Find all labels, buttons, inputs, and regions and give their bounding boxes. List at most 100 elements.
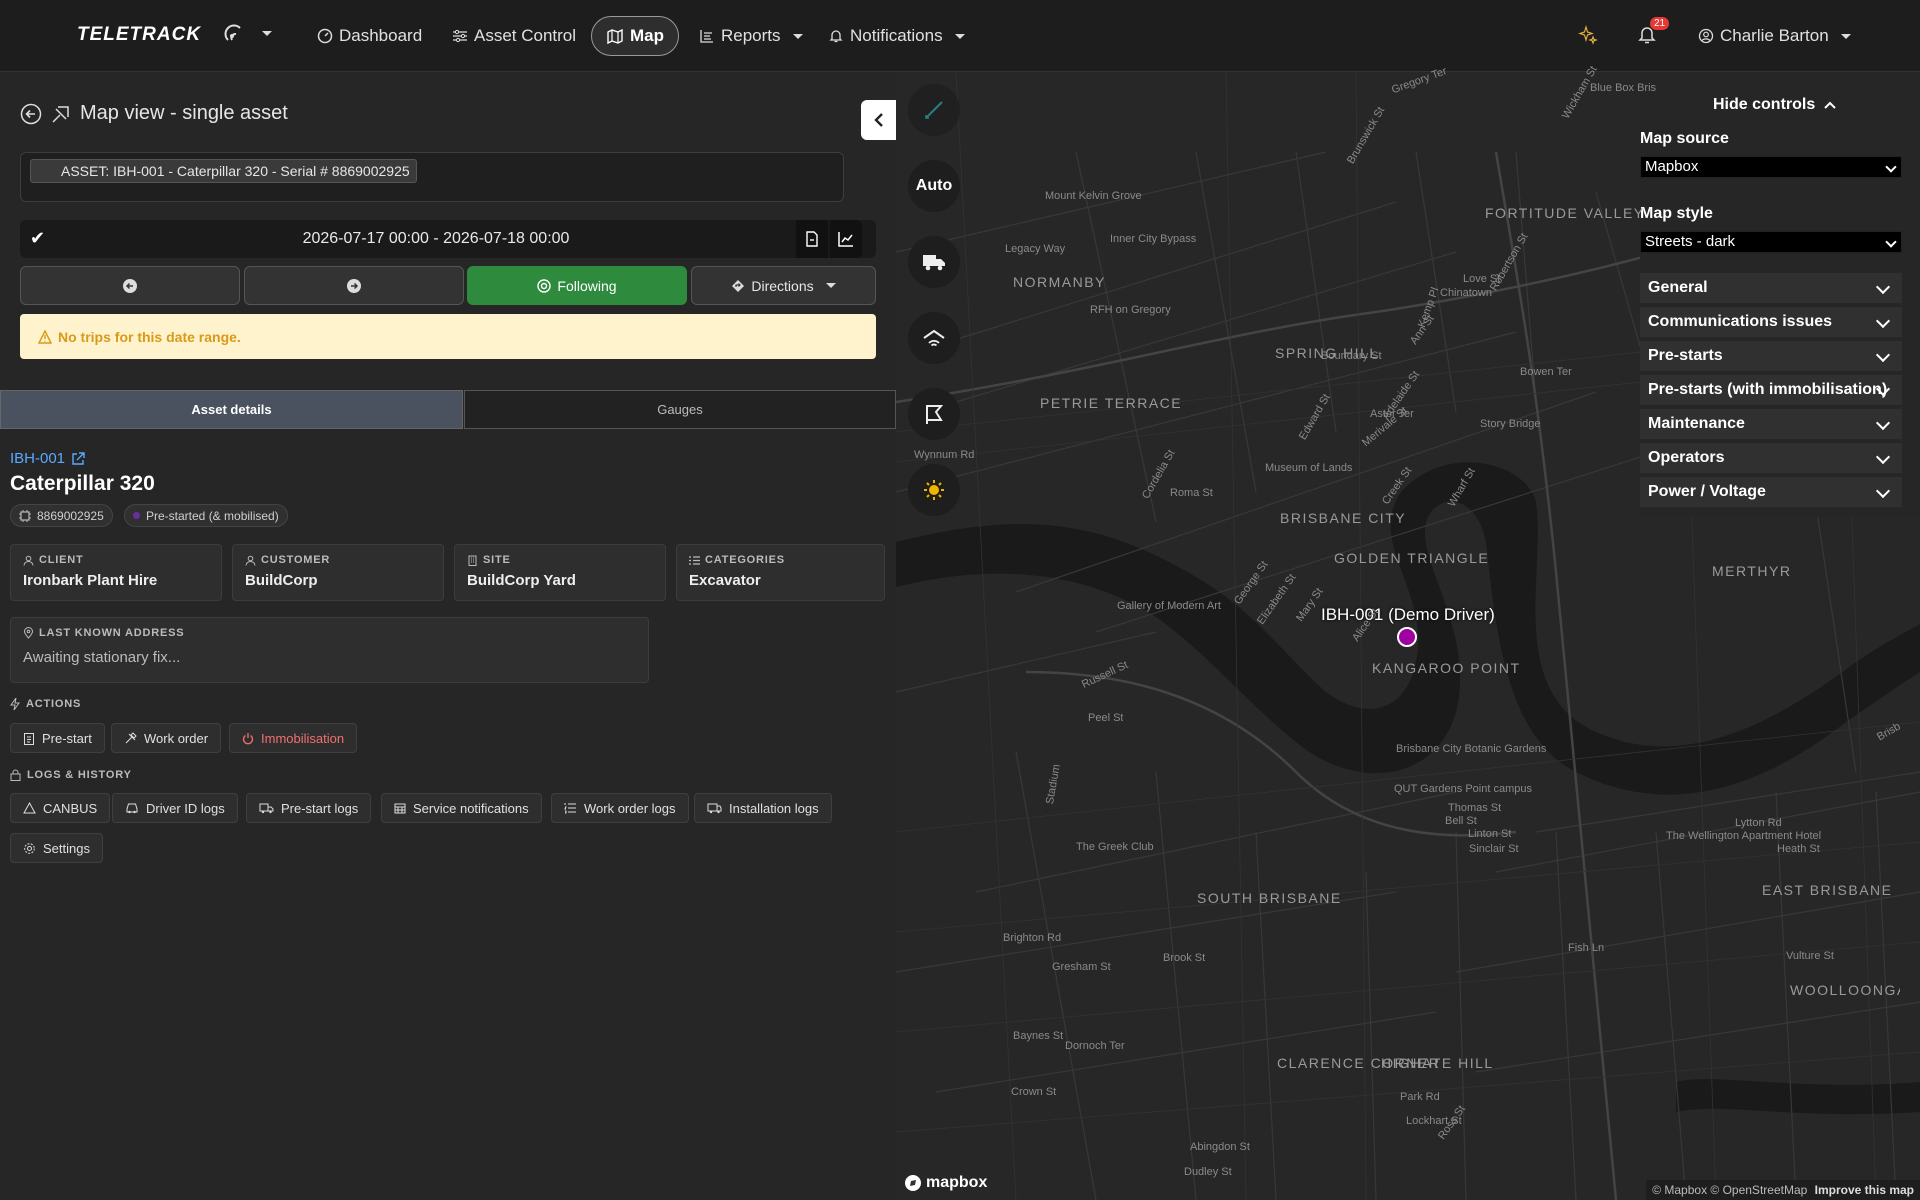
- status-dot-icon: [133, 512, 140, 519]
- mapbox-wordmark: mapbox: [926, 1174, 988, 1191]
- service-notifications-button[interactable]: Service notifications: [381, 793, 542, 823]
- user-menu[interactable]: Charlie Barton: [1698, 0, 1851, 72]
- date-range-text[interactable]: 2026-07-17 00:00 - 2026-07-18 00:00: [20, 230, 852, 248]
- work-order-logs-label: Work order logs: [584, 800, 676, 816]
- address-label: LAST KNOWN ADDRESS: [39, 627, 185, 639]
- warning-triangle-icon: [38, 329, 52, 344]
- truck-icon: [259, 802, 274, 814]
- asset-id-link[interactable]: IBH-001: [10, 450, 85, 467]
- driver-id-logs-button[interactable]: Driver ID logs: [112, 793, 238, 823]
- chevron-down-icon: [792, 33, 803, 39]
- chevron-up-icon: [1823, 100, 1837, 110]
- notification-count-badge: 21: [1650, 17, 1670, 30]
- tab-asset-details[interactable]: Asset details: [0, 390, 463, 429]
- teletrack-logo[interactable]: TELETRACK: [77, 24, 201, 46]
- map-icon: [606, 27, 624, 45]
- site-value: BuildCorp Yard: [467, 572, 576, 589]
- logs-title: LOGS & HISTORY: [27, 769, 132, 781]
- signal-icon: [224, 22, 246, 44]
- settings-button[interactable]: Settings: [10, 833, 103, 863]
- nav-map-label: Map: [630, 26, 664, 45]
- gear-icon: [23, 842, 36, 855]
- map-style-label: Map style: [1640, 205, 1713, 222]
- tools-icon: [124, 731, 137, 745]
- polygon-flag-icon: [923, 403, 945, 425]
- asset-marker[interactable]: [1397, 627, 1417, 647]
- geofence-layer-button[interactable]: [908, 388, 960, 440]
- page-header: Map view - single asset: [20, 102, 288, 125]
- following-button[interactable]: Following: [467, 266, 687, 305]
- map-source-select[interactable]: Mapbox: [1640, 156, 1902, 178]
- map-source-label: Map source: [1640, 130, 1729, 147]
- tab-gauges[interactable]: Gauges: [464, 390, 896, 429]
- nav-asset-control[interactable]: Asset Control: [452, 0, 576, 72]
- map-pin-icon: [23, 627, 34, 639]
- pre-start-label: Pre-start: [42, 730, 92, 746]
- nav-dashboard-label: Dashboard: [339, 26, 423, 45]
- section-general[interactable]: General: [1640, 273, 1902, 305]
- asset-select-input[interactable]: ASSET: IBH-001 - Caterpillar 320 - Seria…: [20, 152, 844, 202]
- section-pre-starts-immobilisation[interactable]: Pre-starts (with immobilisation): [1640, 375, 1902, 407]
- next-button[interactable]: [244, 266, 464, 305]
- user-tie-icon: [245, 555, 256, 566]
- categories-label: CATEGORIES: [705, 554, 785, 566]
- section-communications-issues[interactable]: Communications issues: [1640, 307, 1902, 339]
- arrow-left-circle-icon: [122, 278, 138, 294]
- hide-controls-label: Hide controls: [1713, 96, 1816, 113]
- nav-dashboard[interactable]: Dashboard: [317, 0, 422, 72]
- collapse-panel-button[interactable]: [861, 100, 897, 140]
- map-style-select[interactable]: Streets - dark: [1640, 231, 1902, 253]
- pre-start-button[interactable]: Pre-start: [10, 723, 105, 753]
- client-label: CLIENT: [39, 554, 84, 566]
- back-circle-icon[interactable]: [20, 103, 42, 125]
- section-maintenance[interactable]: Maintenance: [1640, 409, 1902, 441]
- map-view[interactable]: Auto IBH-001 (Demo Driver) Hide controls…: [896, 72, 1920, 1200]
- power-icon: [242, 732, 254, 745]
- directions-dropdown[interactable]: Directions: [691, 266, 876, 305]
- connection-status-dropdown[interactable]: [224, 22, 272, 44]
- line-chart-icon: [838, 231, 854, 247]
- serial-number: 8869002925: [37, 508, 104, 523]
- chart-button[interactable]: [830, 220, 862, 258]
- installation-logs-button[interactable]: Installation logs: [694, 793, 832, 823]
- nav-notifications[interactable]: Notifications: [828, 0, 965, 72]
- mapbox-logo[interactable]: mapbox: [904, 1174, 987, 1192]
- bell-icon: [828, 28, 844, 44]
- vehicles-layer-button[interactable]: [908, 236, 960, 288]
- improve-map-link[interactable]: Improve this map: [1815, 1183, 1914, 1197]
- attribution-text[interactable]: © Mapbox © OpenStreetMap: [1652, 1183, 1807, 1197]
- sun-icon: [923, 479, 945, 501]
- measure-tool-button[interactable]: [908, 84, 960, 136]
- export-document-button[interactable]: [796, 220, 828, 258]
- theme-toggle-button[interactable]: [908, 464, 960, 516]
- nav-reports[interactable]: Reports: [699, 0, 803, 72]
- external-link-icon: [71, 451, 85, 466]
- hide-controls-button[interactable]: Hide controls: [1713, 96, 1837, 114]
- asset-chip[interactable]: ASSET: IBH-001 - Caterpillar 320 - Seria…: [30, 159, 417, 183]
- mapbox-icon: [904, 1174, 922, 1192]
- user-circle-icon: [1698, 28, 1714, 44]
- date-range-bar: ✔ 2026-07-17 00:00 - 2026-07-18 00:00: [20, 220, 876, 258]
- section-pre-starts[interactable]: Pre-starts: [1640, 341, 1902, 373]
- nav-map[interactable]: Map: [591, 16, 679, 56]
- previous-button[interactable]: [20, 266, 240, 305]
- work-order-logs-button[interactable]: Work order logs: [551, 793, 689, 823]
- ruler-pencil-icon: [923, 99, 945, 121]
- logs-heading: LOGS & HISTORY: [10, 769, 132, 781]
- canbus-label: CANBUS: [43, 800, 98, 816]
- chevron-left-icon: [872, 112, 886, 128]
- pre-start-logs-button[interactable]: Pre-start logs: [246, 793, 372, 823]
- sites-layer-button[interactable]: [908, 312, 960, 364]
- section-operators[interactable]: Operators: [1640, 443, 1902, 475]
- immobilisation-button[interactable]: Immobilisation: [229, 723, 358, 753]
- sparkles-icon[interactable]: [1578, 25, 1598, 45]
- arrow-right-circle-icon: [346, 278, 362, 294]
- pre-start-logs-label: Pre-start logs: [281, 800, 359, 816]
- auto-zoom-button[interactable]: Auto: [908, 160, 960, 212]
- work-order-button[interactable]: Work order: [111, 723, 222, 753]
- section-power-voltage[interactable]: Power / Voltage: [1640, 477, 1902, 509]
- canbus-button[interactable]: CANBUS: [10, 793, 111, 823]
- nav-asset-control-label: Asset Control: [474, 26, 577, 45]
- list-icon: [689, 555, 700, 566]
- site-card: SITE BuildCorp Yard: [454, 544, 666, 601]
